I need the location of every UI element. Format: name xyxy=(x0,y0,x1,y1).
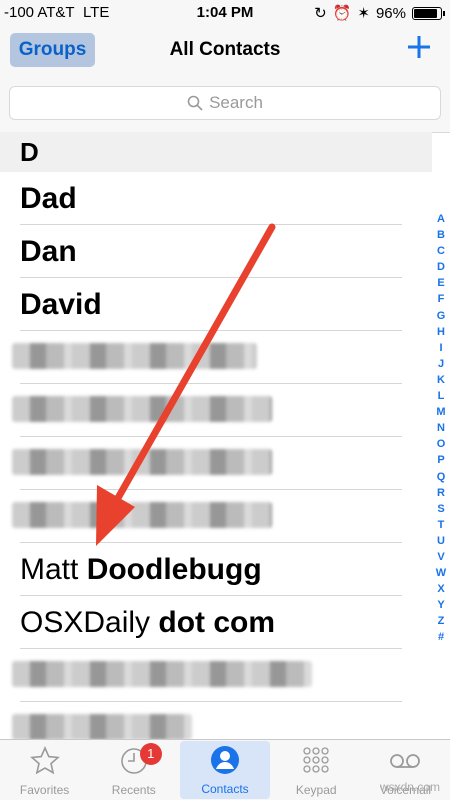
index-letter[interactable]: Z xyxy=(434,613,448,629)
tab-label: Recents xyxy=(111,783,156,797)
index-letter[interactable]: J xyxy=(434,356,448,372)
index-letter[interactable]: Y xyxy=(434,597,448,613)
search-placeholder: Search xyxy=(209,93,263,112)
index-letter[interactable]: P xyxy=(434,452,448,468)
contact-last-name: Doodlebugg xyxy=(86,553,262,586)
contact-first-name: Matt xyxy=(20,553,87,586)
index-letter[interactable]: K xyxy=(434,372,448,388)
index-letter[interactable]: T xyxy=(434,517,448,533)
contact-row[interactable] xyxy=(0,437,432,490)
alarm-icon: ⏰ xyxy=(332,5,352,22)
star-icon xyxy=(29,746,60,783)
index-letter[interactable]: B xyxy=(434,227,448,243)
contact-name: OSXDaily dot com xyxy=(20,606,275,640)
index-letter[interactable]: Q xyxy=(434,469,448,485)
status-icons: ↻ ⏰ ✶ 96% xyxy=(314,4,445,22)
index-letter[interactable]: S xyxy=(434,501,448,517)
battery-percent: 96% xyxy=(375,4,406,22)
navigation-bar: Groups All Contacts xyxy=(0,26,450,76)
index-letter[interactable]: A xyxy=(434,211,448,227)
contact-row[interactable]: OSXDaily dot com xyxy=(0,596,432,649)
contact-name: Dan xyxy=(20,235,77,269)
status-bar: -100 AT&T LTE 1:04 PM ↻ ⏰ ✶ 96% xyxy=(0,0,450,26)
tab-favorites[interactable]: Favorites xyxy=(0,740,89,800)
tab-contacts[interactable]: Contacts xyxy=(180,741,270,799)
contact-row[interactable]: David xyxy=(0,278,432,331)
search-icon xyxy=(187,95,203,111)
index-letter[interactable]: G xyxy=(434,308,448,324)
alphabet-index[interactable]: A B C D E F G H I J K L M N O P Q R S T U V W X Y Z # xyxy=(434,211,448,646)
contact-last-name: dot com xyxy=(158,606,276,639)
contact-name: Dad xyxy=(20,182,77,216)
contact-row[interactable]: Dad xyxy=(0,172,432,225)
watermark: wsxdn.com xyxy=(379,780,440,794)
redacted-contact-name xyxy=(12,714,192,740)
contact-last-name: Dad xyxy=(20,182,77,215)
index-letter[interactable]: E xyxy=(434,275,448,291)
contact-row[interactable] xyxy=(0,384,432,437)
search-area: Search xyxy=(0,76,450,133)
redacted-contact-name xyxy=(12,343,257,369)
contact-name: Matt Doodlebugg xyxy=(20,553,262,587)
contact-row[interactable]: Matt Doodlebugg xyxy=(0,543,432,596)
redacted-contact-name xyxy=(12,449,272,475)
redacted-contact-name xyxy=(12,502,272,528)
index-letter[interactable]: R xyxy=(434,485,448,501)
index-letter[interactable]: M xyxy=(434,404,448,420)
index-letter[interactable]: D xyxy=(434,259,448,275)
section-header: D xyxy=(0,132,432,172)
contact-name: David xyxy=(20,288,102,322)
tab-label: Favorites xyxy=(19,783,70,797)
tab-label: Keypad xyxy=(295,783,337,797)
contact-row[interactable] xyxy=(0,649,432,702)
search-input[interactable]: Search xyxy=(9,86,441,120)
add-contact-button[interactable] xyxy=(404,32,434,66)
index-letter[interactable]: F xyxy=(434,291,448,307)
notification-badge: 1 xyxy=(139,743,162,765)
index-letter[interactable]: L xyxy=(434,388,448,404)
contact-row[interactable]: Dan xyxy=(0,225,432,278)
contact-last-name: David xyxy=(20,288,102,321)
index-letter[interactable]: X xyxy=(434,581,448,597)
contact-row[interactable] xyxy=(0,331,432,384)
person-icon xyxy=(210,745,240,782)
tab-label: Contacts xyxy=(201,782,249,796)
voicemail-icon xyxy=(388,746,422,783)
contact-last-name: Dan xyxy=(20,235,77,268)
index-letter[interactable]: I xyxy=(434,340,448,356)
bluetooth-icon: ✶ xyxy=(357,5,370,22)
contact-list: Dad Dan David Matt Doodlebugg OSXDaily dot c… xyxy=(0,172,432,755)
battery-icon xyxy=(412,6,445,20)
tab-keypad[interactable]: Keypad xyxy=(272,740,361,800)
index-letter[interactable]: C xyxy=(434,243,448,259)
contact-row[interactable] xyxy=(0,490,432,543)
redacted-contact-name xyxy=(12,661,312,687)
page-title: All Contacts xyxy=(169,39,281,60)
index-letter[interactable]: O xyxy=(434,436,448,452)
index-letter[interactable]: N xyxy=(434,420,448,436)
contact-first-name: OSXDaily xyxy=(20,606,159,639)
index-letter[interactable]: H xyxy=(434,324,448,340)
index-letter[interactable]: V xyxy=(434,549,448,565)
index-letter[interactable]: U xyxy=(434,533,448,549)
redacted-contact-name xyxy=(12,396,272,422)
rotation-lock-icon: ↻ xyxy=(314,5,327,22)
tab-recents[interactable]: Recents 1 xyxy=(89,740,178,800)
plus-icon xyxy=(408,36,430,58)
index-letter[interactable]: W xyxy=(434,565,448,581)
keypad-icon xyxy=(301,746,331,783)
index-letter[interactable]: # xyxy=(434,629,448,645)
